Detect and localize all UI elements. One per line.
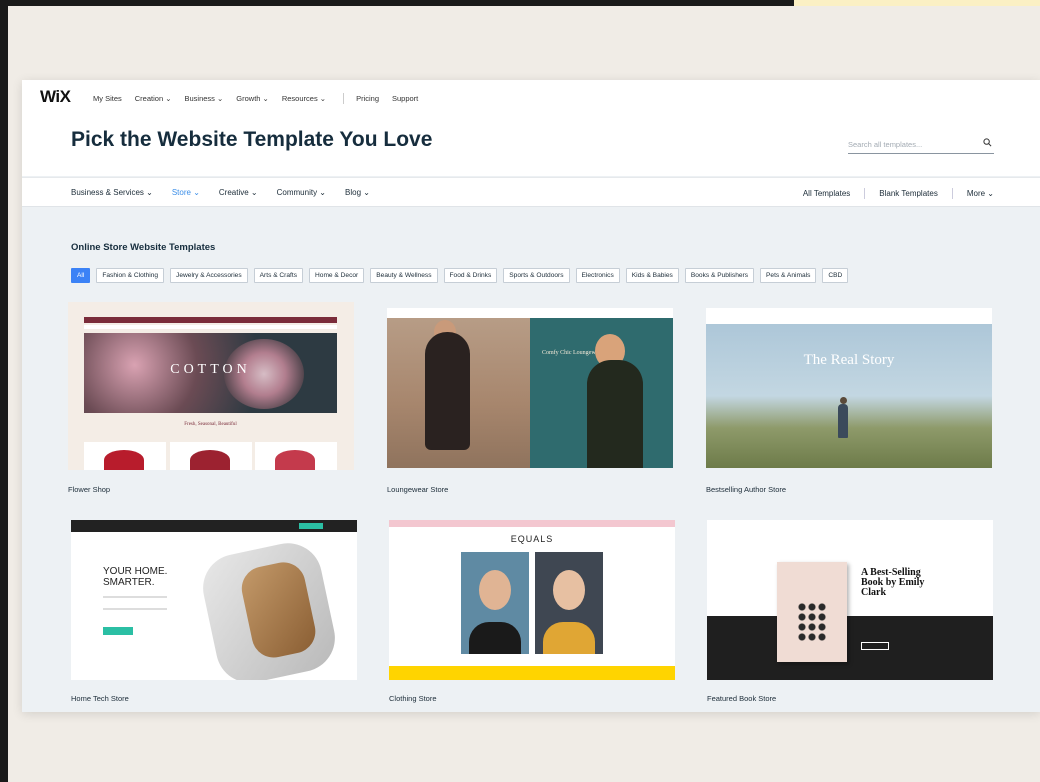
top-nav: My Sites Creation ⌄ Business ⌄ Growth ⌄ … (93, 93, 431, 104)
link-divider (951, 188, 953, 199)
search-icon[interactable] (983, 138, 992, 147)
tab-blog[interactable]: Blog ⌄ (345, 188, 370, 197)
page-title: Pick the Website Template You Love (71, 128, 433, 151)
template-card-home-tech[interactable]: YOUR HOME. SMARTER. Home Tech Store (71, 520, 357, 710)
header: WiX My Sites Creation ⌄ Business ⌄ Growt… (22, 80, 1040, 176)
template-thumbnail[interactable]: YOUR HOME. SMARTER. (71, 520, 357, 680)
chip-sports-outdoors[interactable]: Sports & Outdoors (503, 268, 570, 283)
thumb-footer-banner (389, 666, 675, 680)
all-templates-link[interactable]: All Templates (803, 189, 850, 198)
thumb-product (170, 442, 252, 470)
thumb-model (587, 360, 643, 468)
browser-page-screenshot: WiX My Sites Creation ⌄ Business ⌄ Growt… (22, 80, 1040, 712)
blank-templates-link[interactable]: Blank Templates (879, 189, 938, 198)
thumb-dark-band (707, 616, 993, 680)
chip-arts-crafts[interactable]: Arts & Crafts (253, 268, 304, 283)
filter-chips: All Fashion & Clothing Jewelry & Accesso… (71, 268, 854, 283)
template-name[interactable]: Loungewear Store (387, 485, 448, 494)
thumb-product (84, 442, 166, 470)
thumb-cta-button (103, 627, 133, 635)
tab-creative[interactable]: Creative ⌄ (219, 188, 258, 197)
thumb-hero-text: EQUALS (510, 534, 554, 544)
thumb-model (425, 332, 470, 450)
nav-creation[interactable]: Creation ⌄ (135, 94, 172, 103)
template-name[interactable]: Home Tech Store (71, 694, 129, 703)
thumb-hero-text: Comfy Chic Loungewear (542, 350, 603, 356)
wix-logo[interactable]: WiX (40, 87, 71, 107)
template-card-clothing[interactable]: EQUALS Clothing Store (389, 520, 675, 710)
template-name[interactable]: Bestselling Author Store (706, 485, 786, 494)
chip-jewelry-accessories[interactable]: Jewelry & Accessories (170, 268, 248, 283)
chip-pets-animals[interactable]: Pets & Animals (760, 268, 817, 283)
thumb-nav-button (299, 523, 323, 529)
nav-growth[interactable]: Growth ⌄ (236, 94, 269, 103)
thumb-description (103, 596, 167, 610)
chip-food-drinks[interactable]: Food & Drinks (443, 268, 498, 283)
chip-fashion-clothing[interactable]: Fashion & Clothing (96, 268, 165, 283)
chip-beauty-wellness[interactable]: Beauty & Wellness (370, 268, 438, 283)
template-thumbnail[interactable]: Comfy Chic Loungewear (387, 308, 673, 468)
tab-community[interactable]: Community ⌄ (277, 188, 326, 197)
chip-books-publishers[interactable]: Books & Publishers (684, 268, 755, 283)
thumb-model (535, 552, 603, 654)
link-divider (864, 188, 866, 199)
nav-resources[interactable]: Resources ⌄ (282, 94, 326, 103)
left-dark-bar (0, 0, 8, 782)
template-card-flower-shop[interactable]: COTTON Fresh, Seasonal, Beautiful Flower… (68, 302, 354, 498)
thumb-cta-button (861, 642, 889, 650)
thumb-speaker-device (196, 536, 342, 680)
top-accent-bar (794, 0, 1040, 6)
search-input[interactable] (848, 135, 968, 154)
thumb-nav (84, 325, 337, 329)
tab-store[interactable]: Store ⌄ (172, 188, 200, 197)
template-card-loungewear[interactable]: Comfy Chic Loungewear Loungewear Store (387, 308, 673, 498)
template-thumbnail[interactable]: EQUALS (389, 520, 675, 680)
nav-divider (343, 93, 345, 104)
chip-electronics[interactable]: Electronics (575, 268, 620, 283)
tab-business-services[interactable]: Business & Services ⌄ (71, 188, 153, 197)
template-search (848, 134, 994, 154)
chip-all[interactable]: All (71, 268, 91, 283)
template-name[interactable]: Featured Book Store (707, 694, 776, 703)
template-name[interactable]: Clothing Store (389, 694, 437, 703)
nav-my-sites[interactable]: My Sites (93, 94, 122, 103)
thumb-banner (389, 520, 675, 527)
thumb-nav (387, 308, 673, 318)
template-thumbnail[interactable]: The Real Story (706, 308, 992, 468)
thumb-model (461, 552, 529, 654)
chip-kids-babies[interactable]: Kids & Babies (625, 268, 679, 283)
nav-support[interactable]: Support (392, 94, 418, 103)
thumb-nav (706, 308, 992, 324)
template-card-author[interactable]: The Real Story Bestselling Author Store (706, 308, 992, 498)
thumb-subheading: Fresh, Seasonal, Beautiful (184, 422, 237, 427)
chip-home-decor[interactable]: Home & Decor (309, 268, 365, 283)
template-links: All Templates Blank Templates More ⌄ (803, 188, 994, 199)
template-name[interactable]: Flower Shop (68, 485, 110, 494)
thumb-product (255, 442, 337, 470)
thumb-hero-text: COTTON (170, 362, 251, 377)
template-card-book[interactable]: A Best-Selling Book by Emily Clark Featu… (707, 520, 993, 710)
category-tabs: Business & Services ⌄ Store ⌄ Creative ⌄… (71, 188, 389, 197)
thumb-book-cover (777, 562, 847, 662)
thumb-hero-text: A Best-Selling Book by Emily Clark (861, 567, 925, 598)
template-thumbnail[interactable]: A Best-Selling Book by Emily Clark (707, 520, 993, 680)
more-menu[interactable]: More ⌄ (967, 189, 994, 198)
thumb-person (838, 404, 848, 438)
thumb-person (840, 397, 847, 404)
thumb-hero-text: YOUR HOME. SMARTER. (103, 566, 168, 588)
nav-pricing[interactable]: Pricing (356, 94, 379, 103)
thumb-hero-text: The Real Story (803, 352, 895, 368)
category-bar: Business & Services ⌄ Store ⌄ Creative ⌄… (22, 177, 1040, 207)
thumb-banner (84, 317, 337, 323)
chip-cbd[interactable]: CBD (822, 268, 849, 283)
nav-business[interactable]: Business ⌄ (184, 94, 223, 103)
section-title: Online Store Website Templates (71, 242, 216, 253)
template-thumbnail[interactable]: COTTON Fresh, Seasonal, Beautiful (68, 302, 354, 470)
